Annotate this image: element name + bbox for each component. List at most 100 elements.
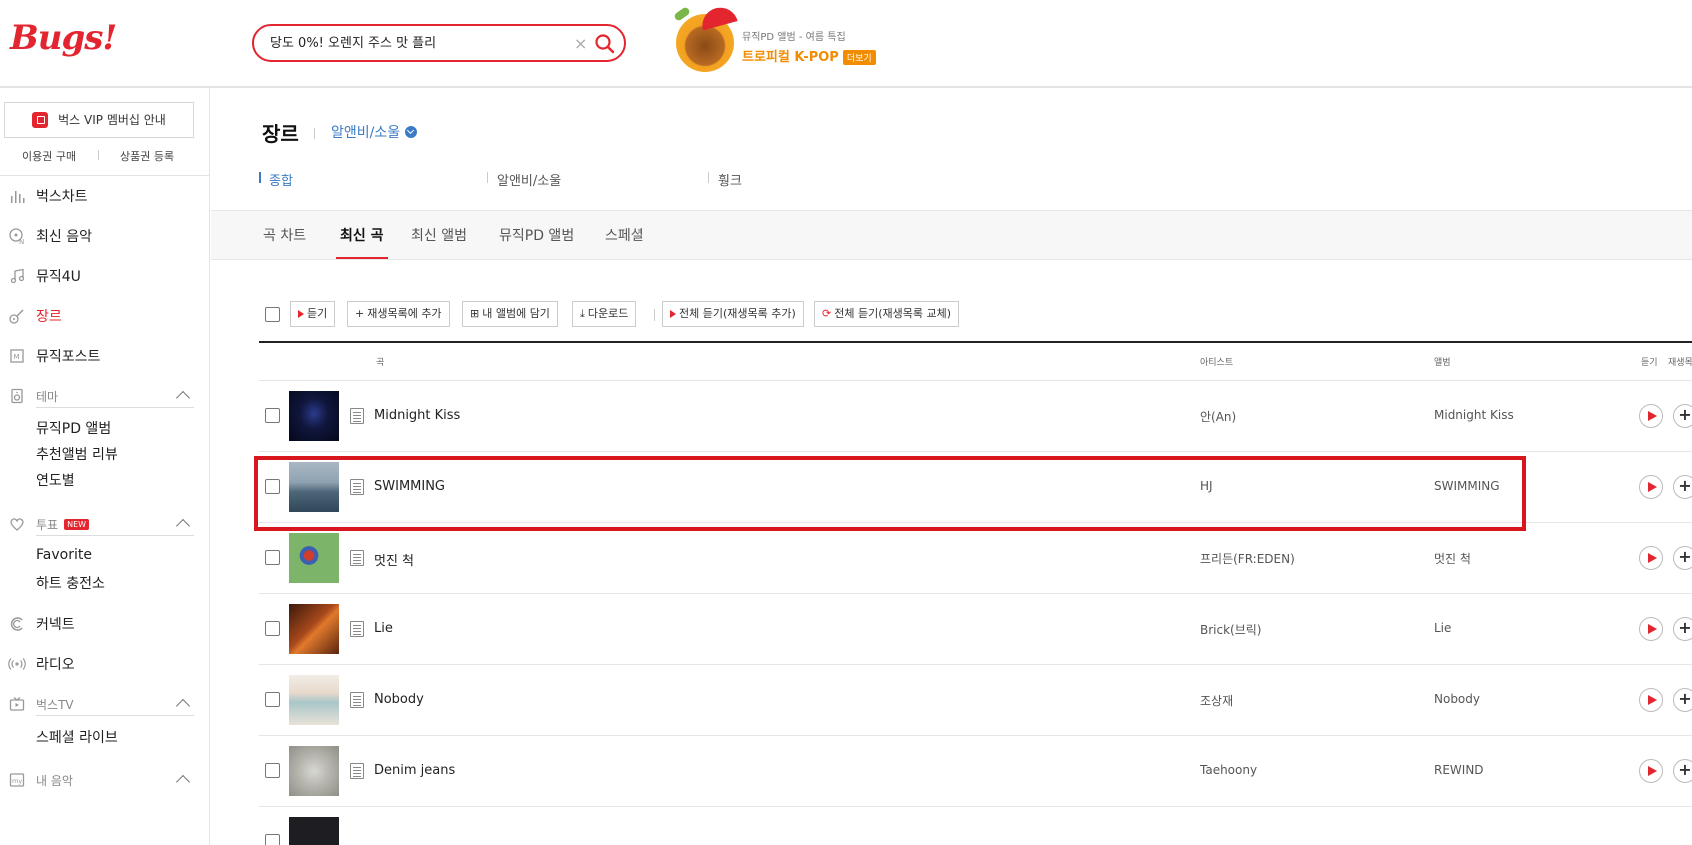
- song-artist[interactable]: 안(An): [1200, 408, 1236, 425]
- sidebar-item-musicpost[interactable]: M 뮤직포스트: [8, 344, 100, 368]
- album-art[interactable]: [289, 533, 339, 583]
- genre-tab-funk[interactable]: 훵크: [708, 170, 742, 189]
- chevron-up-icon[interactable]: [175, 774, 191, 790]
- add-to-playlist-icon[interactable]: +: [1673, 475, 1692, 499]
- sidebar-item-favorite[interactable]: Favorite: [36, 547, 92, 563]
- song-artist[interactable]: 프리든(FR:EDEN): [1200, 550, 1295, 567]
- row-checkbox[interactable]: [265, 550, 280, 565]
- sidebar-section-bugstv[interactable]: 벅스TV: [8, 692, 74, 716]
- sidebar-item-music4u[interactable]: 뮤직4U: [8, 264, 81, 288]
- tab-song-chart[interactable]: 곡 차트: [263, 225, 306, 257]
- table-row[interactable]: Lie Brick(브릭) Lie +: [259, 594, 1692, 665]
- search-input[interactable]: [270, 34, 570, 49]
- song-album[interactable]: Nobody: [1434, 692, 1480, 706]
- album-art[interactable]: [289, 462, 339, 512]
- lyrics-icon[interactable]: [350, 692, 364, 708]
- genre-tab-rnb-soul[interactable]: 알앤비/소울: [487, 170, 561, 189]
- sidebar-item-by-year[interactable]: 연도별: [36, 470, 75, 490]
- sidebar-item-radio[interactable]: 라디오: [8, 652, 75, 676]
- promo-banner[interactable]: 뮤직PD 앨범 - 여름 특집 트로피컬 K-POP 더보기: [672, 3, 882, 76]
- tab-special[interactable]: 스페셜: [605, 225, 644, 257]
- clear-icon[interactable]: ×: [574, 34, 587, 53]
- chevron-up-icon[interactable]: [175, 390, 191, 406]
- row-checkbox[interactable]: [265, 479, 280, 494]
- promo-more-button[interactable]: 더보기: [842, 50, 876, 65]
- play-button[interactable]: [1639, 546, 1663, 570]
- play-button[interactable]: [1639, 475, 1663, 499]
- tab-musicpd-albums[interactable]: 뮤직PD 앨범: [499, 225, 574, 257]
- table-row[interactable]: Denim jeans Taehoony REWIND +: [259, 736, 1692, 807]
- listen-all-add-button[interactable]: 전체 듣기(재생목록 추가): [662, 301, 804, 327]
- add-to-playlist-icon[interactable]: +: [1673, 688, 1692, 712]
- table-row[interactable]: 멋진 척 프리든(FR:EDEN) 멋진 척 +: [259, 523, 1692, 594]
- play-button[interactable]: [1639, 759, 1663, 783]
- add-to-playlist-icon[interactable]: +: [1673, 404, 1692, 428]
- listen-all-replace-button[interactable]: ⟳ 전체 듣기(재생목록 교체): [814, 301, 959, 327]
- add-to-playlist-button[interactable]: + 재생목록에 추가: [347, 301, 450, 327]
- lyrics-icon[interactable]: [350, 621, 364, 637]
- song-title[interactable]: 멋진 척: [374, 550, 414, 569]
- play-button[interactable]: [1639, 617, 1663, 641]
- row-checkbox[interactable]: [265, 834, 280, 845]
- add-to-my-album-button[interactable]: ⊞ 내 앨범에 담기: [462, 301, 558, 327]
- tab-new-albums[interactable]: 최신 앨범: [411, 225, 467, 257]
- lyrics-icon[interactable]: [350, 763, 364, 779]
- sidebar-item-musicpd-album[interactable]: 뮤직PD 앨범: [36, 418, 111, 438]
- album-art[interactable]: [289, 746, 339, 796]
- sidebar-item-special-live[interactable]: 스페셜 라이브: [36, 727, 118, 747]
- play-button[interactable]: [1639, 688, 1663, 712]
- play-button[interactable]: [1639, 404, 1663, 428]
- chevron-up-icon[interactable]: [175, 518, 191, 534]
- song-title[interactable]: Nobody: [374, 692, 424, 707]
- song-title[interactable]: Midnight Kiss: [374, 408, 460, 423]
- sidebar-section-theme[interactable]: 테마: [8, 384, 58, 408]
- sidebar-item-album-review[interactable]: 추천앨범 리뷰: [36, 444, 118, 464]
- add-to-playlist-icon[interactable]: +: [1673, 759, 1692, 783]
- select-all-checkbox[interactable]: [265, 307, 280, 322]
- song-album[interactable]: SWIMMING: [1434, 479, 1500, 493]
- song-title[interactable]: Lie: [374, 621, 393, 636]
- buy-pass-link[interactable]: 이용권 구매: [22, 148, 76, 164]
- lyrics-icon[interactable]: [350, 550, 364, 566]
- register-coupon-link[interactable]: 상품권 등록: [120, 148, 174, 164]
- tab-new-songs[interactable]: 최신 곡: [336, 225, 388, 259]
- row-checkbox[interactable]: [265, 692, 280, 707]
- album-art[interactable]: [289, 817, 339, 845]
- sidebar-item-genre[interactable]: 장르: [8, 304, 62, 328]
- song-artist[interactable]: Brick(브릭): [1200, 621, 1262, 638]
- genre-dropdown[interactable]: 알앤비/소울: [331, 122, 418, 142]
- genre-tab-all[interactable]: 종합: [259, 170, 293, 189]
- add-to-playlist-icon[interactable]: +: [1673, 546, 1692, 570]
- sidebar-item-new-music[interactable]: N 최신 음악: [8, 224, 92, 248]
- row-checkbox[interactable]: [265, 763, 280, 778]
- listen-button[interactable]: 듣기: [290, 301, 336, 327]
- sidebar-item-connect[interactable]: 커넥트: [8, 612, 75, 636]
- song-album[interactable]: Lie: [1434, 621, 1451, 635]
- song-title[interactable]: Denim jeans: [374, 763, 455, 778]
- table-row[interactable]: [259, 807, 1692, 845]
- song-title[interactable]: SWIMMING: [374, 479, 445, 494]
- chevron-up-icon[interactable]: [175, 698, 191, 714]
- lyrics-icon[interactable]: [350, 479, 364, 495]
- row-checkbox[interactable]: [265, 408, 280, 423]
- vip-membership-button[interactable]: 벅스 VIP 멤버십 안내: [4, 102, 194, 138]
- song-album[interactable]: 멋진 척: [1434, 550, 1471, 567]
- bugs-logo[interactable]: Bugs!: [10, 18, 117, 58]
- sidebar-item-heart-charge[interactable]: 하트 충전소: [36, 573, 105, 593]
- lyrics-icon[interactable]: [350, 408, 364, 424]
- row-checkbox[interactable]: [265, 621, 280, 636]
- sidebar-section-vote[interactable]: 투표 NEW: [8, 512, 90, 536]
- search-icon[interactable]: [594, 33, 616, 55]
- table-row[interactable]: Midnight Kiss 안(An) Midnight Kiss +: [259, 381, 1692, 452]
- album-art[interactable]: [289, 391, 339, 441]
- table-row[interactable]: SWIMMING HJ SWIMMING +: [259, 452, 1692, 523]
- sidebar-section-my-music[interactable]: my 내 음악: [8, 768, 73, 792]
- table-row[interactable]: Nobody 조상재 Nobody +: [259, 665, 1692, 736]
- song-artist[interactable]: HJ: [1200, 479, 1213, 493]
- song-album[interactable]: REWIND: [1434, 763, 1484, 777]
- album-art[interactable]: [289, 604, 339, 654]
- song-album[interactable]: Midnight Kiss: [1434, 408, 1514, 422]
- song-artist[interactable]: Taehoony: [1200, 763, 1257, 777]
- sidebar-item-chart[interactable]: 벅스차트: [8, 184, 88, 208]
- add-to-playlist-icon[interactable]: +: [1673, 617, 1692, 641]
